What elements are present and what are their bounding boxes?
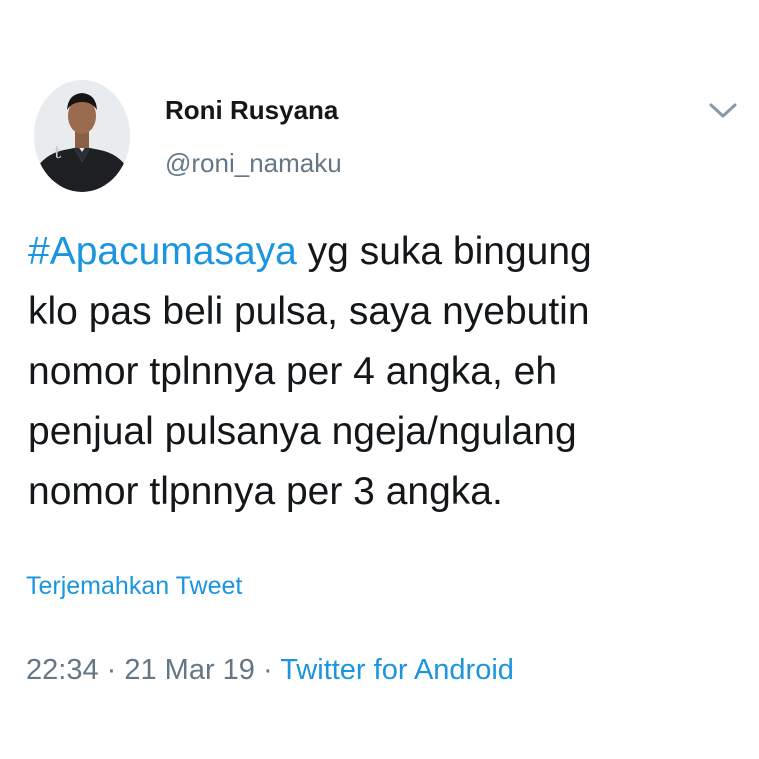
tweet-text: #Apacumasaya yg suka bingung klo pas bel… <box>28 222 728 522</box>
tweet-text-line-2: klo pas beli pulsa, saya nyebutin <box>28 290 590 333</box>
author-avatar[interactable]: t <box>34 80 130 192</box>
tweet-date: 21 Mar 19 <box>124 654 255 686</box>
tweet-time: 22:34 <box>26 654 99 686</box>
svg-text:t: t <box>54 142 62 163</box>
tweet-meta: 22:34 · 21 Mar 19 · Twitter for Android <box>26 654 514 687</box>
tweet-text-line-1: #Apacumasaya yg suka bingung <box>28 222 728 282</box>
translate-tweet-link[interactable]: Terjemahkan Tweet <box>26 572 242 601</box>
tweet-card: t Roni Rusyana @roni_namaku #Apacumasaya… <box>0 0 759 759</box>
tweet-source-link[interactable]: Twitter for Android <box>280 654 514 686</box>
tweet-text-line-5: nomor tlpnnya per 3 angka. <box>28 470 503 513</box>
meta-separator: · <box>254 654 281 686</box>
author-handle[interactable]: @roni_namaku <box>165 148 342 179</box>
tweet-text-line-1-rest: yg suka bingung <box>296 230 592 273</box>
tweet-text-line-4: penjual pulsanya ngeja/ngulang <box>28 410 577 453</box>
hashtag-link[interactable]: #Apacumasaya <box>28 230 297 273</box>
avatar-photo-icon: t <box>34 80 130 192</box>
tweet-text-line-3: nomor tplnnya per 4 angka, eh <box>28 350 558 393</box>
author-display-name[interactable]: Roni Rusyana <box>165 95 338 126</box>
tweet-menu-button[interactable] <box>708 98 738 122</box>
chevron-down-icon <box>709 103 737 118</box>
meta-separator: · <box>98 654 125 686</box>
